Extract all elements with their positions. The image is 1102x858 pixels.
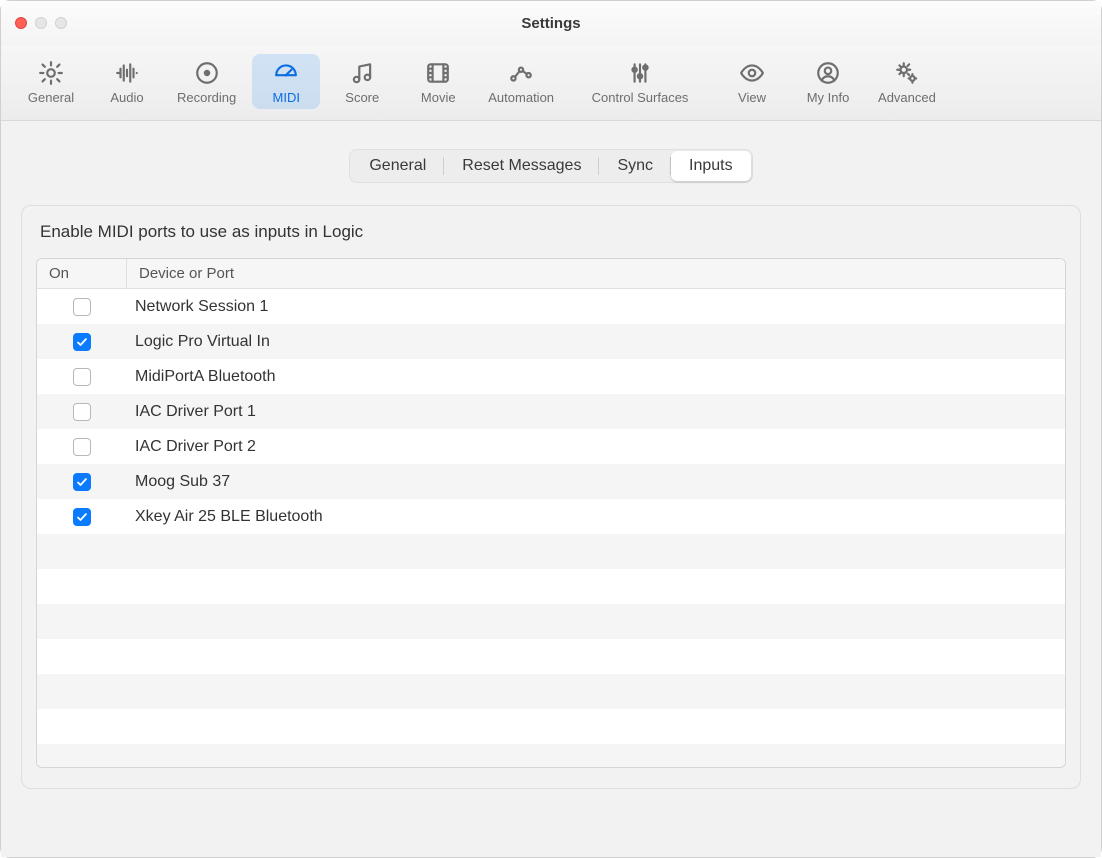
toolbar-item-label: General <box>28 90 74 105</box>
enable-checkbox[interactable] <box>73 473 91 491</box>
segment-general[interactable]: General <box>351 151 444 181</box>
table-row[interactable]: IAC Driver Port 2 <box>37 429 1065 464</box>
cell-on <box>37 298 127 316</box>
sliders-icon <box>625 58 655 88</box>
table-row-empty <box>37 744 1065 768</box>
toolbar-item-movie[interactable]: Movie <box>404 54 472 109</box>
enable-checkbox[interactable] <box>73 438 91 456</box>
toolbar-item-myinfo[interactable]: My Info <box>794 54 862 109</box>
table-row-empty <box>37 534 1065 569</box>
table-row-empty <box>37 674 1065 709</box>
toolbar-item-recording[interactable]: Recording <box>169 54 244 109</box>
table-row[interactable]: MidiPortA Bluetooth <box>37 359 1065 394</box>
column-header-device[interactable]: Device or Port <box>127 259 1065 288</box>
toolbar-item-label: Control Surfaces <box>592 90 689 105</box>
cell-on <box>37 333 127 351</box>
toolbar-item-midi[interactable]: MIDI <box>252 54 320 109</box>
enable-checkbox[interactable] <box>73 368 91 386</box>
table-row-empty <box>37 639 1065 674</box>
toolbar-item-audio[interactable]: Audio <box>93 54 161 109</box>
toolbar-item-controlsurfaces[interactable]: Control Surfaces <box>570 54 710 109</box>
table-row-empty <box>37 604 1065 639</box>
toolbar-item-label: Score <box>345 90 379 105</box>
table-body: Network Session 1 Logic Pro Virtual In Mid… <box>37 289 1065 768</box>
table-row-empty <box>37 569 1065 604</box>
cell-device-label: Logic Pro Virtual In <box>127 333 1065 351</box>
midi-inputs-panel: Enable MIDI ports to use as inputs in Lo… <box>21 205 1081 789</box>
settings-toolbar: General Audio Recording MIDI Score Movie Autom… <box>1 45 1101 121</box>
gauge-icon <box>271 58 301 88</box>
column-header-on[interactable]: On <box>37 259 127 288</box>
toolbar-item-label: Recording <box>177 90 236 105</box>
table-header: On Device or Port <box>37 259 1065 289</box>
automation-icon <box>506 58 536 88</box>
cell-on <box>37 473 127 491</box>
enable-checkbox[interactable] <box>73 333 91 351</box>
toolbar-item-label: My Info <box>807 90 850 105</box>
toolbar-item-label: View <box>738 90 766 105</box>
toolbar-item-score[interactable]: Score <box>328 54 396 109</box>
gears-icon <box>892 58 922 88</box>
cell-device-label: Moog Sub 37 <box>127 473 1065 491</box>
cell-device-label: MidiPortA Bluetooth <box>127 368 1065 386</box>
cell-device-label: Xkey Air 25 BLE Bluetooth <box>127 508 1065 526</box>
midi-settings-segmented-control[interactable]: GeneralReset MessagesSyncInputs <box>349 149 752 183</box>
cell-on <box>37 403 127 421</box>
gear-icon <box>36 58 66 88</box>
toolbar-item-advanced[interactable]: Advanced <box>870 54 944 109</box>
toolbar-item-automation[interactable]: Automation <box>480 54 562 109</box>
enable-checkbox[interactable] <box>73 508 91 526</box>
film-icon <box>423 58 453 88</box>
cell-device-label: IAC Driver Port 1 <box>127 403 1065 421</box>
table-row[interactable]: Logic Pro Virtual In <box>37 324 1065 359</box>
midi-ports-table: On Device or Port Network Session 1 Logic… <box>36 258 1066 768</box>
user-circle-icon <box>813 58 843 88</box>
segment-sync[interactable]: Sync <box>599 151 671 181</box>
table-row-empty <box>37 709 1065 744</box>
toolbar-item-general[interactable]: General <box>17 54 85 109</box>
waveform-icon <box>112 58 142 88</box>
cell-on <box>37 508 127 526</box>
toolbar-item-label: MIDI <box>273 90 300 105</box>
table-row[interactable]: Xkey Air 25 BLE Bluetooth <box>37 499 1065 534</box>
cell-device-label: IAC Driver Port 2 <box>127 438 1065 456</box>
segment-reset-messages[interactable]: Reset Messages <box>444 151 599 181</box>
window-title: Settings <box>1 15 1101 32</box>
segment-inputs[interactable]: Inputs <box>671 151 751 181</box>
cell-device-label: Network Session 1 <box>127 298 1065 316</box>
record-icon <box>192 58 222 88</box>
toolbar-item-label: Movie <box>421 90 456 105</box>
table-row[interactable]: Moog Sub 37 <box>37 464 1065 499</box>
enable-checkbox[interactable] <box>73 298 91 316</box>
toolbar-item-view[interactable]: View <box>718 54 786 109</box>
toolbar-item-label: Audio <box>110 90 143 105</box>
cell-on <box>37 368 127 386</box>
table-row[interactable]: IAC Driver Port 1 <box>37 394 1065 429</box>
enable-checkbox[interactable] <box>73 403 91 421</box>
panel-description: Enable MIDI ports to use as inputs in Lo… <box>40 222 1066 242</box>
cell-on <box>37 438 127 456</box>
toolbar-item-label: Advanced <box>878 90 936 105</box>
settings-content: GeneralReset MessagesSyncInputs Enable M… <box>1 121 1101 857</box>
notes-icon <box>347 58 377 88</box>
toolbar-item-label: Automation <box>488 90 554 105</box>
window-titlebar: Settings <box>1 1 1101 45</box>
eye-icon <box>737 58 767 88</box>
table-row[interactable]: Network Session 1 <box>37 289 1065 324</box>
